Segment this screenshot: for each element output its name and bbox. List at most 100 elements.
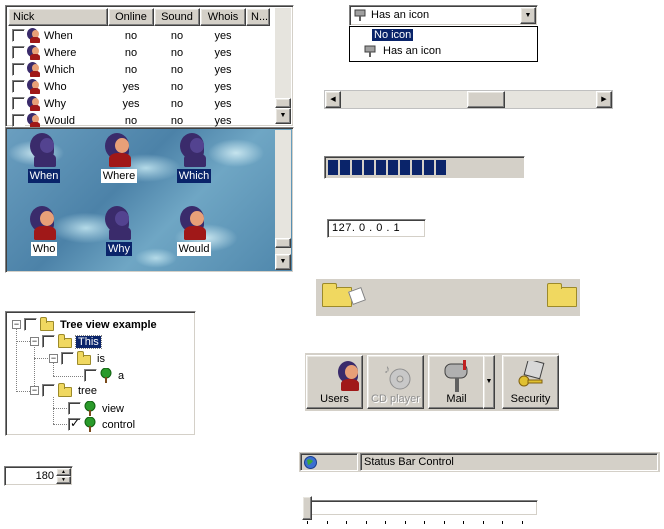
user-icon bbox=[103, 206, 135, 240]
table-row[interactable]: Why yes no yes bbox=[8, 95, 278, 112]
tree-view[interactable]: − Tree view example − This − is a − tree… bbox=[5, 311, 196, 436]
svg-text:♪: ♪ bbox=[384, 362, 390, 376]
icon-combo-box[interactable]: Has an icon ▼ bbox=[349, 5, 538, 26]
icon-view[interactable]: When Where Which Who Why Would ▼ bbox=[5, 127, 294, 273]
row-checkbox[interactable] bbox=[12, 97, 25, 110]
users-icon bbox=[335, 361, 363, 391]
progress-block bbox=[340, 160, 350, 175]
mailbox-icon bbox=[364, 45, 376, 57]
mailbox-icon bbox=[354, 9, 366, 21]
tree-node-label: Tree view example bbox=[60, 318, 157, 331]
ip-address-value: 127. 0 . 0 . 1 bbox=[332, 222, 401, 234]
nick-cell: Which bbox=[44, 63, 75, 76]
icon-view-item[interactable]: Would bbox=[164, 206, 224, 256]
sound-cell: no bbox=[170, 97, 184, 110]
tree-checkbox[interactable] bbox=[68, 402, 81, 415]
table-row[interactable]: Which no no yes bbox=[8, 61, 278, 78]
tree-node-view[interactable]: view bbox=[68, 400, 124, 417]
icon-view-item[interactable]: Which bbox=[164, 133, 224, 183]
column-header-n[interactable]: N... bbox=[246, 8, 270, 26]
security-button[interactable]: Security bbox=[502, 355, 559, 409]
row-checkbox[interactable] bbox=[12, 80, 25, 93]
tree-node-is[interactable]: − is bbox=[49, 350, 105, 367]
collapse-icon[interactable]: − bbox=[12, 320, 21, 329]
tick-mark bbox=[521, 521, 523, 524]
tree-node-control[interactable]: control bbox=[68, 416, 135, 433]
trackbar[interactable] bbox=[299, 496, 541, 526]
icon-view-item[interactable]: Where bbox=[89, 133, 149, 183]
sound-cell: no bbox=[170, 46, 184, 59]
ip-address-field[interactable]: 127. 0 . 0 . 1 bbox=[327, 219, 426, 238]
horizontal-scrollbar[interactable]: ◀ ▶ bbox=[324, 90, 613, 109]
table-row[interactable]: Who yes no yes bbox=[8, 78, 278, 95]
tree-checkbox[interactable] bbox=[42, 335, 55, 348]
column-header-sound[interactable]: Sound bbox=[154, 8, 200, 26]
trackbar-thumb[interactable] bbox=[302, 496, 312, 520]
progress-block bbox=[352, 160, 362, 175]
tree-node-tree[interactable]: − tree bbox=[30, 382, 97, 399]
collapse-icon[interactable]: − bbox=[30, 337, 39, 346]
tree-checkbox-checked[interactable] bbox=[68, 416, 81, 431]
tree-node-this[interactable]: − This bbox=[30, 333, 102, 350]
scroll-thumb[interactable] bbox=[275, 238, 291, 248]
list-scrollbar[interactable]: ▼ bbox=[275, 8, 291, 124]
table-row[interactable]: Where no no yes bbox=[8, 44, 278, 61]
scroll-left-button[interactable]: ◀ bbox=[325, 91, 341, 108]
collapse-icon[interactable]: − bbox=[30, 386, 39, 395]
user-icon bbox=[27, 113, 41, 128]
whois-cell: yes bbox=[214, 63, 232, 76]
folder-icon bbox=[40, 317, 54, 331]
icon-view-item[interactable]: When bbox=[14, 133, 74, 183]
combo-option-no-icon[interactable]: No icon bbox=[370, 28, 415, 42]
table-row[interactable]: When no no yes bbox=[8, 27, 278, 44]
scroll-right-button[interactable]: ▶ bbox=[596, 91, 612, 108]
icon-view-item[interactable]: Why bbox=[89, 206, 149, 256]
whois-cell: yes bbox=[214, 29, 232, 42]
spin-edit[interactable]: 180 ▲ ▼ bbox=[4, 466, 73, 486]
spin-down-button[interactable]: ▼ bbox=[56, 476, 71, 484]
tree-checkbox[interactable] bbox=[84, 369, 97, 382]
row-checkbox[interactable] bbox=[12, 63, 25, 76]
combo-dropdown-list: No icon Has an icon bbox=[349, 26, 538, 62]
icon-view-label: Which bbox=[176, 169, 212, 183]
tick-mark bbox=[365, 521, 367, 524]
column-header-whois[interactable]: Whois bbox=[200, 8, 246, 26]
folder-icon bbox=[547, 283, 577, 307]
collapse-icon[interactable]: − bbox=[49, 354, 58, 363]
online-cell: yes bbox=[122, 97, 140, 110]
users-button[interactable]: Users bbox=[306, 355, 363, 409]
tree-icon bbox=[83, 400, 97, 416]
tree-checkbox[interactable] bbox=[24, 318, 37, 331]
combo-selected-text: Has an icon bbox=[371, 9, 430, 21]
row-checkbox[interactable] bbox=[12, 46, 25, 59]
mail-button[interactable]: Mail bbox=[428, 355, 485, 409]
nick-cell: Why bbox=[44, 97, 66, 110]
online-cell: no bbox=[124, 46, 138, 59]
tree-node-root[interactable]: − Tree view example bbox=[12, 316, 157, 333]
cd-player-button: ♪ CD player bbox=[367, 355, 424, 409]
tree-node-label: view bbox=[102, 402, 125, 415]
mail-dropdown-button[interactable]: ▼ bbox=[483, 355, 495, 409]
combo-option-has-icon[interactable]: Has an icon bbox=[383, 45, 441, 57]
column-header-nick[interactable]: Nick bbox=[8, 8, 108, 26]
tick-mark bbox=[404, 521, 406, 524]
spin-up-button[interactable]: ▲ bbox=[56, 468, 71, 476]
tree-checkbox[interactable] bbox=[61, 352, 74, 365]
list-view[interactable]: Nick Online Sound Whois N... When no no yes… bbox=[5, 5, 294, 128]
status-panel-icon bbox=[300, 453, 358, 471]
progress-block bbox=[400, 160, 410, 175]
nick-cell: Where bbox=[44, 46, 77, 59]
scroll-down-button[interactable]: ▼ bbox=[275, 108, 291, 124]
row-checkbox[interactable] bbox=[12, 114, 25, 127]
icon-view-scrollbar[interactable]: ▼ bbox=[275, 130, 291, 270]
tree-checkbox[interactable] bbox=[42, 384, 55, 397]
online-cell: yes bbox=[122, 80, 140, 93]
column-header-online[interactable]: Online bbox=[108, 8, 154, 26]
scroll-thumb[interactable] bbox=[467, 91, 505, 108]
icon-view-item[interactable]: Who bbox=[14, 206, 74, 256]
row-checkbox[interactable] bbox=[12, 29, 25, 42]
tick-mark bbox=[502, 521, 503, 524]
combo-dropdown-button[interactable]: ▼ bbox=[520, 7, 536, 24]
scroll-thumb[interactable] bbox=[275, 98, 291, 108]
scroll-down-button[interactable]: ▼ bbox=[275, 254, 291, 270]
